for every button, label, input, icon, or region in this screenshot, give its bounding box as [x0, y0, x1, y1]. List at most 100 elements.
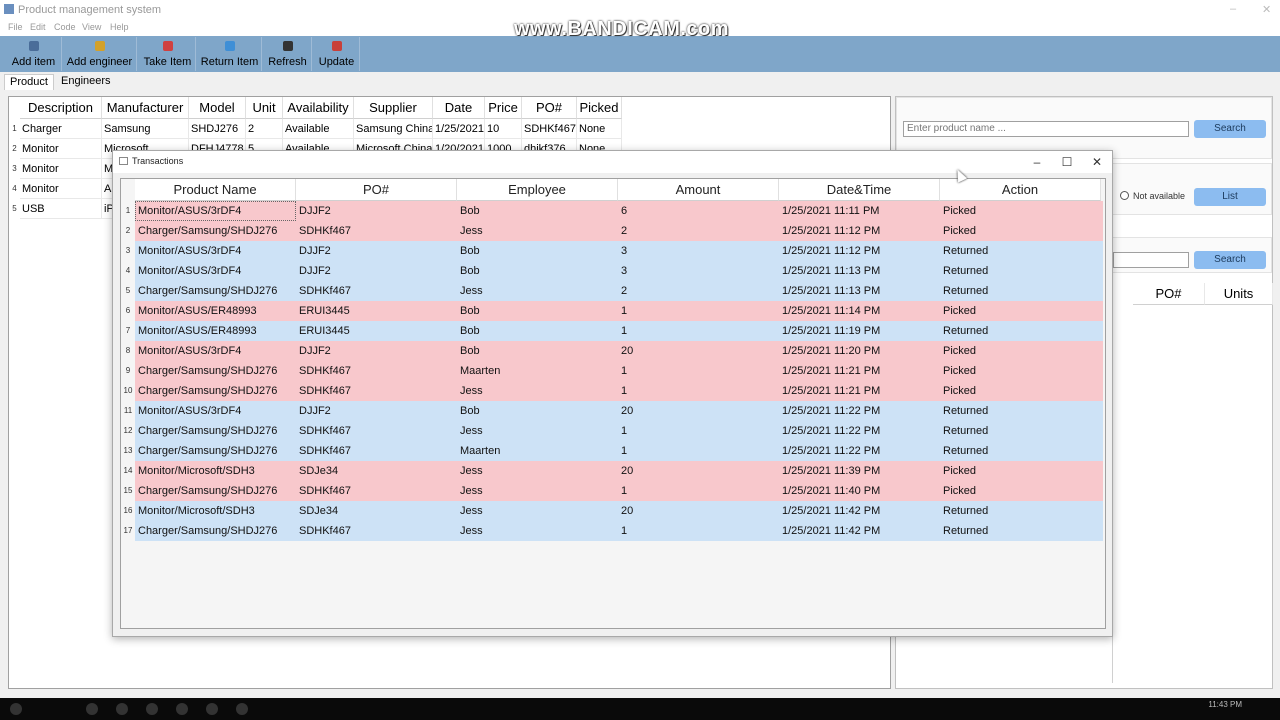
table-cell[interactable]: Monitor/ASUS/3rDF4	[135, 201, 296, 221]
table-cell[interactable]: ERUI3445	[296, 321, 457, 341]
second-search-input[interactable]	[1113, 252, 1189, 268]
table-cell[interactable]: USB	[20, 199, 102, 219]
table-cell[interactable]: SDHKf467	[522, 119, 577, 139]
table-cell[interactable]: Jess	[457, 461, 618, 481]
tab-product[interactable]: Product	[4, 74, 54, 90]
table-row[interactable]: Monitor/ASUS/ER48993 ERUI3445 Bob 1 1/25/202…	[135, 321, 1103, 341]
table-cell[interactable]: SDHKf467	[296, 441, 457, 461]
table-cell[interactable]: Jess	[457, 501, 618, 521]
table-cell[interactable]: Available	[283, 119, 354, 139]
table-cell[interactable]: SDHKf467	[296, 481, 457, 501]
search-icon[interactable]	[86, 703, 98, 715]
table-cell[interactable]: Picked	[940, 221, 1101, 241]
table-cell[interactable]: Returned	[940, 401, 1101, 421]
table-cell[interactable]: Monitor/Microsoft/SDH3	[135, 461, 296, 481]
table-cell[interactable]: Maarten	[457, 361, 618, 381]
table-cell[interactable]: 3	[618, 241, 779, 261]
table-cell[interactable]: 1	[618, 301, 779, 321]
table-cell[interactable]: 20	[618, 401, 779, 421]
table-cell[interactable]: Samsung China	[354, 119, 433, 139]
table-row[interactable]: Monitor/ASUS/ER48993 ERUI3445 Bob 1 1/25/202…	[135, 301, 1103, 321]
table-cell[interactable]: Monitor/ASUS/ER48993	[135, 321, 296, 341]
table-cell[interactable]: Bob	[457, 301, 618, 321]
table-cell[interactable]: Monitor	[20, 179, 102, 199]
table-cell[interactable]: 20	[618, 341, 779, 361]
app-taskbar-icon[interactable]	[146, 703, 158, 715]
table-cell[interactable]: Returned	[940, 501, 1101, 521]
table-cell[interactable]: Maarten	[457, 441, 618, 461]
table-cell[interactable]: 1/25/2021 11:12 PM	[779, 221, 940, 241]
table-cell[interactable]: 1/25/2021 11:13 PM	[779, 281, 940, 301]
table-cell[interactable]: Charger/Samsung/SHDJ276	[135, 441, 296, 461]
table-cell[interactable]: 20	[618, 461, 779, 481]
table-cell[interactable]: Bob	[457, 261, 618, 281]
column-header[interactable]: PO#	[296, 179, 457, 201]
column-header[interactable]: Employee	[457, 179, 618, 201]
table-cell[interactable]: DJJF2	[296, 261, 457, 281]
table-cell[interactable]: Samsung	[102, 119, 189, 139]
tab-engineers[interactable]: Engineers	[56, 74, 116, 90]
table-cell[interactable]: Returned	[940, 281, 1101, 301]
table-cell[interactable]: Picked	[940, 341, 1101, 361]
table-row[interactable]: Charger/Samsung/SHDJ276 SDHKf467 Jess 1 1/25…	[135, 381, 1103, 401]
close-icon[interactable]: ✕	[1082, 153, 1112, 171]
table-cell[interactable]: 1	[618, 521, 779, 541]
table-cell[interactable]: DJJF2	[296, 401, 457, 421]
column-header[interactable]: Product Name	[135, 179, 296, 201]
table-cell[interactable]: SHDJ276	[189, 119, 246, 139]
table-cell[interactable]: 1/25/2021 11:22 PM	[779, 401, 940, 421]
table-cell[interactable]: SDHKf467	[296, 281, 457, 301]
menu-view[interactable]: View	[82, 22, 101, 32]
table-cell[interactable]: Monitor/ASUS/3rDF4	[135, 401, 296, 421]
minimize-icon[interactable]: –	[1230, 3, 1236, 15]
table-cell[interactable]: Monitor/ASUS/ER48993	[135, 301, 296, 321]
column-header-units[interactable]: Units	[1205, 283, 1273, 305]
table-cell[interactable]: Jess	[457, 381, 618, 401]
table-cell[interactable]: Returned	[940, 261, 1101, 281]
table-cell[interactable]: 1/25/2021 11:20 PM	[779, 341, 940, 361]
table-cell[interactable]: 1/25/2021 11:13 PM	[779, 261, 940, 281]
table-cell[interactable]: Monitor	[20, 159, 102, 179]
table-cell[interactable]: 1/25/2021 11:22 PM	[779, 421, 940, 441]
app-taskbar-icon[interactable]	[236, 703, 248, 715]
table-cell[interactable]: 20	[618, 501, 779, 521]
table-cell[interactable]: SDHKf467	[296, 221, 457, 241]
table-cell[interactable]: Picked	[940, 381, 1101, 401]
table-cell[interactable]: 10	[485, 119, 522, 139]
table-cell[interactable]: 1/25/2021	[433, 119, 485, 139]
table-cell[interactable]: 1	[618, 321, 779, 341]
table-cell[interactable]: Charger/Samsung/SHDJ276	[135, 481, 296, 501]
maximize-icon[interactable]: ☐	[1052, 153, 1082, 171]
transactions-grid[interactable]: Product Name PO# Employee Amount Date&Time Ac…	[120, 178, 1106, 629]
table-cell[interactable]: SDJe34	[296, 461, 457, 481]
column-header[interactable]: Manufacturer	[102, 97, 189, 119]
table-cell[interactable]: Bob	[457, 341, 618, 361]
table-cell[interactable]: SDHKf467	[296, 361, 457, 381]
table-cell[interactable]: 2	[618, 221, 779, 241]
app-taskbar-icon[interactable]	[176, 703, 188, 715]
table-cell[interactable]: None	[577, 119, 622, 139]
table-cell[interactable]: 1/25/2021 11:39 PM	[779, 461, 940, 481]
column-header[interactable]: Action	[940, 179, 1101, 201]
table-cell[interactable]: DJJF2	[296, 201, 457, 221]
table-cell[interactable]: 2	[246, 119, 283, 139]
column-header[interactable]: Unit	[246, 97, 283, 119]
column-header[interactable]: Picked	[577, 97, 622, 119]
table-cell[interactable]: 1/25/2021 11:11 PM	[779, 201, 940, 221]
table-row[interactable]: Charger/Samsung/SHDJ276 SDHKf467 Jess 2 1/25…	[135, 221, 1103, 241]
table-cell[interactable]: 1/25/2021 11:22 PM	[779, 441, 940, 461]
column-header[interactable]: Description	[20, 97, 102, 119]
table-cell[interactable]: DJJF2	[296, 241, 457, 261]
table-cell[interactable]: 2	[618, 281, 779, 301]
table-row[interactable]: Charger/Samsung/SHDJ276 SDHKf467 Jess 1 1/25…	[135, 521, 1103, 541]
table-row[interactable]: Monitor/ASUS/3rDF4 DJJF2 Bob 3 1/25/2021 11:…	[135, 261, 1103, 281]
column-header[interactable]: Price	[485, 97, 522, 119]
table-cell[interactable]: 1/25/2021 11:21 PM	[779, 361, 940, 381]
column-header[interactable]: Availability	[283, 97, 354, 119]
add-item-button[interactable]: Add item	[6, 37, 62, 71]
table-row[interactable]: Charger/Samsung/SHDJ276 SDHKf467 Jess 1 1/25…	[135, 481, 1103, 501]
table-cell[interactable]: SDHKf467	[296, 421, 457, 441]
table-cell[interactable]: 1	[618, 421, 779, 441]
table-cell[interactable]: 1/25/2021 11:12 PM	[779, 241, 940, 261]
update-button[interactable]: Update	[314, 37, 360, 71]
